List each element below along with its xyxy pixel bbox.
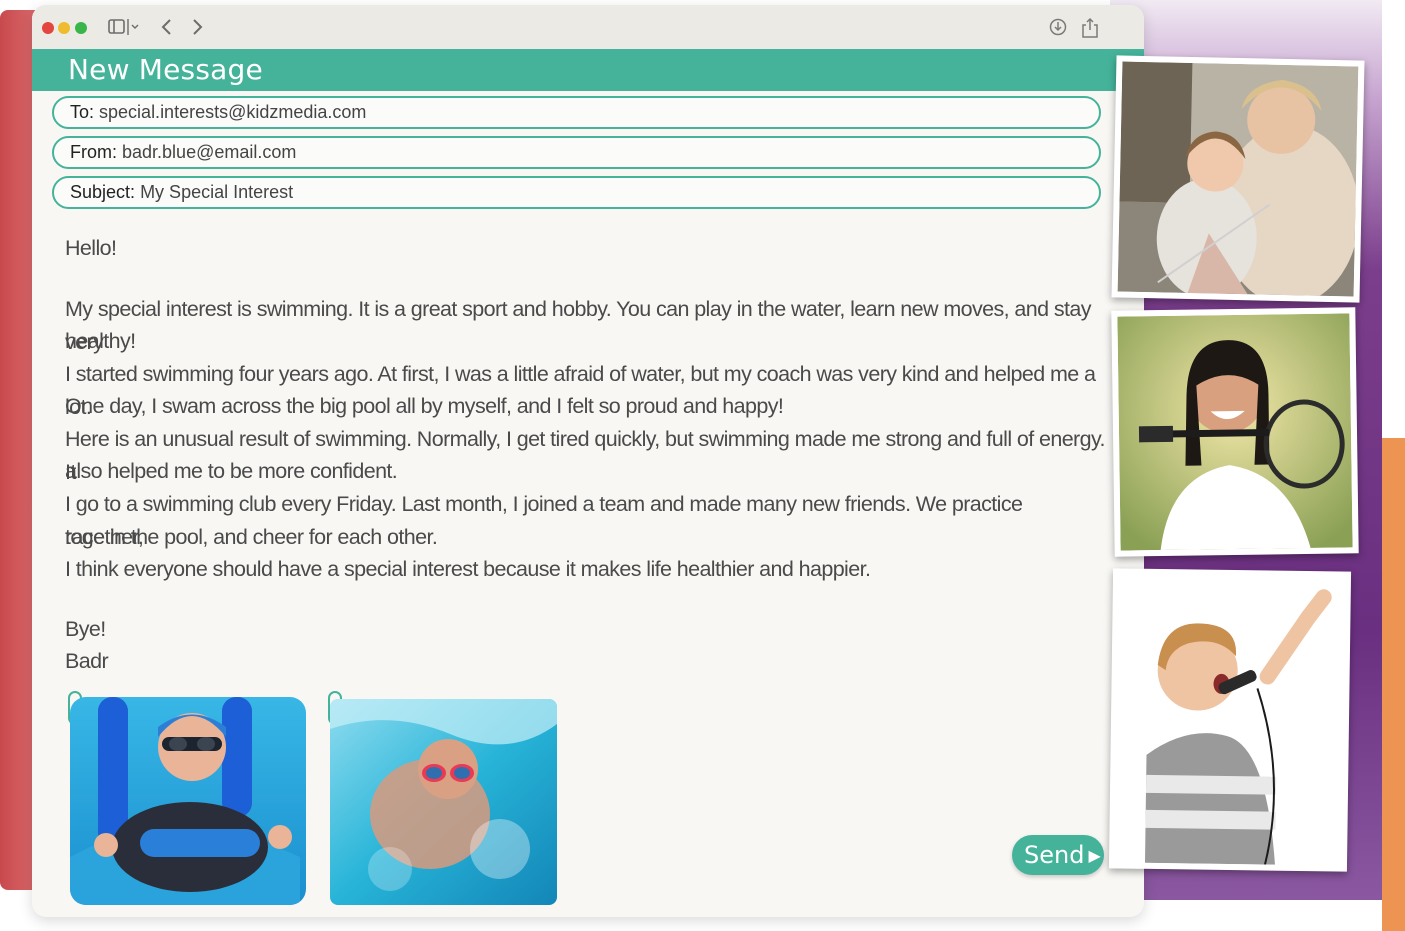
send-button[interactable]: Send ▶ — [1012, 835, 1104, 875]
to-field[interactable]: To: special.interests@kidzmedia.com — [52, 96, 1101, 129]
sidebar-icon[interactable] — [108, 17, 142, 37]
background-orange-strip — [1382, 438, 1405, 931]
send-label: Send — [1024, 841, 1085, 869]
from-value: badr.blue@email.com — [122, 142, 297, 162]
body-greeting: Hello! — [65, 236, 117, 260]
photo-grandmother-knitting — [1111, 55, 1365, 303]
attachment-photo-swimmer-with-noodle[interactable] — [70, 697, 306, 905]
compose-header: New Message — [32, 49, 1144, 91]
body-line: healthy! — [65, 329, 136, 353]
maximize-window-button[interactable] — [75, 22, 87, 34]
body-signoff: Bye! — [65, 617, 106, 641]
subject-label: Subject: — [70, 182, 136, 202]
page-title: New Message — [68, 53, 263, 86]
from-field[interactable]: From: badr.blue@email.com — [52, 136, 1101, 169]
body-signature: Badr — [65, 649, 109, 673]
subject-value: My Special Interest — [140, 182, 294, 202]
body-line: race in the pool, and cheer for each oth… — [65, 525, 438, 549]
window-toolbar — [32, 5, 1144, 49]
chevron-left-icon[interactable] — [160, 17, 174, 37]
to-value: special.interests@kidzmedia.com — [99, 102, 367, 122]
body-line: I think everyone should have a special i… — [65, 557, 871, 581]
photo-girl-with-racket — [1111, 307, 1359, 557]
from-label: From: — [70, 142, 117, 162]
download-icon[interactable] — [1048, 17, 1068, 37]
share-icon[interactable] — [1081, 17, 1099, 39]
attachment-photo-underwater-swimmer[interactable] — [330, 699, 557, 905]
subject-field[interactable]: Subject: My Special Interest — [52, 176, 1101, 209]
body-line: also helped me to be more confident. — [65, 459, 398, 483]
photo-boy-singing — [1108, 568, 1352, 872]
close-window-button[interactable] — [42, 22, 54, 34]
to-label: To: — [70, 102, 95, 122]
body-line: One day, I swam across the big pool all … — [65, 394, 784, 418]
mail-window: New Message To: special.interests@kidzme… — [32, 5, 1144, 917]
play-arrow-icon: ▶ — [1088, 846, 1101, 865]
minimize-window-button[interactable] — [58, 22, 70, 34]
chevron-right-icon[interactable] — [190, 17, 204, 37]
